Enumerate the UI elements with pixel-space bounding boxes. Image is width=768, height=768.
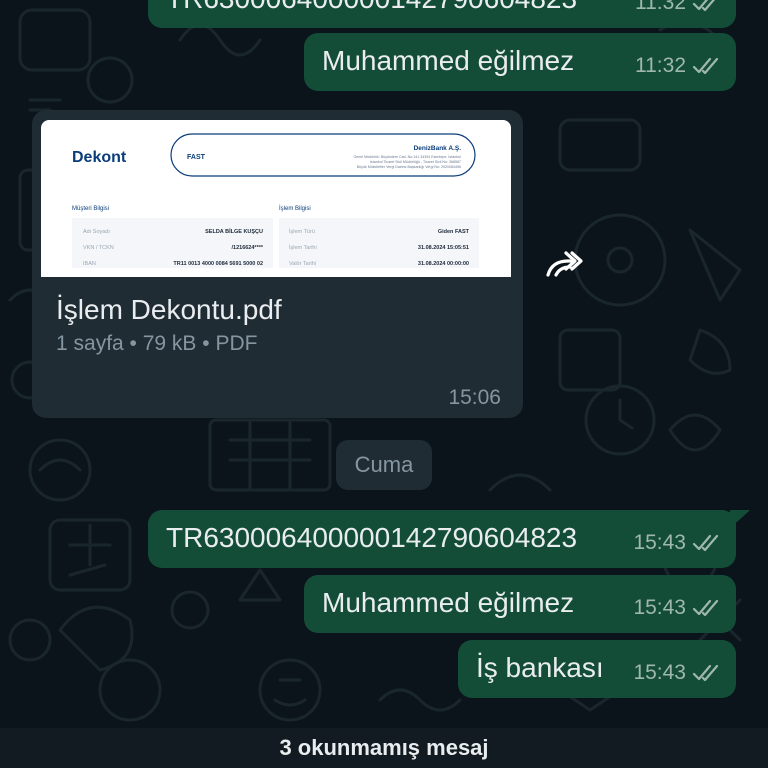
forward-icon[interactable] xyxy=(542,245,586,289)
double-check-icon xyxy=(692,534,720,552)
message-bubble-name[interactable]: Muhammed eğilmez 11:32 xyxy=(304,33,736,91)
preview-customer-heading: Müşteri Bilgisi xyxy=(72,206,109,212)
preview-label: Valör Tarihi xyxy=(289,261,316,267)
preview-value: 31.08.2024 15:05:51 xyxy=(418,245,469,251)
message-time: 15:43 xyxy=(633,531,686,554)
message-bubble-iban-earlier[interactable]: TR630006400000142790604823 11:32 xyxy=(148,0,736,28)
message-text: TR630006400000142790604823 xyxy=(166,0,577,16)
preview-label: IBAN xyxy=(83,261,96,267)
preview-value: TR11 0013 4000 0084 5691 5000 02 xyxy=(173,261,263,267)
message-text: İş bankası xyxy=(476,652,604,683)
document-message[interactable]: Dekont FAST DenizBank A.Ş. Genel Müdürlü… xyxy=(32,110,523,418)
message-bubble-iban[interactable]: TR630006400000142790604823 15:43 xyxy=(148,510,736,568)
day-separator: Cuma xyxy=(336,440,432,490)
preview-bank-line: Büyük Mükellefler Vergi Dairesi Başkanlı… xyxy=(357,165,461,169)
message-time: 11:32 xyxy=(635,54,686,77)
message-text: Muhammed eğilmez xyxy=(322,45,575,76)
message-time: 11:32 xyxy=(635,0,686,14)
preview-title: Dekont xyxy=(72,149,127,166)
preview-txn-heading: İşlem Bilgisi xyxy=(279,205,311,212)
message-text: TR630006400000142790604823 xyxy=(166,522,578,553)
double-check-icon xyxy=(692,599,720,617)
double-check-icon xyxy=(692,0,720,12)
preview-value: SELDA BİLGE KUŞÇU xyxy=(205,228,263,235)
message-time: 15:06 xyxy=(448,386,501,409)
preview-label: İşlem Türü xyxy=(289,228,315,235)
preview-label: Adı Soyadı xyxy=(83,229,110,235)
preview-bank-line: Genel Müdürlük: Büyükdere Cad. No:141 34… xyxy=(354,154,462,159)
message-text: Muhammed eğilmez xyxy=(322,587,575,618)
preview-type: FAST xyxy=(187,154,206,161)
double-check-icon xyxy=(692,57,720,75)
message-bubble-bank[interactable]: İş bankası 15:43 xyxy=(458,640,736,698)
message-time: 15:43 xyxy=(633,596,686,619)
preview-value: Giden FAST xyxy=(438,229,470,235)
document-info: 1 sayfa • 79 kB • PDF xyxy=(56,332,258,355)
preview-label: VKN / TCKN xyxy=(83,245,114,251)
preview-value: /1216624**** xyxy=(231,245,263,251)
double-check-icon xyxy=(692,664,720,682)
document-file-name: İşlem Dekontu.pdf xyxy=(56,294,282,325)
document-preview[interactable]: Dekont FAST DenizBank A.Ş. Genel Müdürlü… xyxy=(41,120,511,277)
preview-value: 31.08.2024 00:00:00 xyxy=(418,261,469,267)
preview-label: İşlem Tarihi xyxy=(289,244,317,251)
unread-messages-banner[interactable]: 3 okunmamış mesaj xyxy=(0,728,768,768)
preview-bank-line: İstanbul Ticaret Sicil Müdürlüğü - Ticar… xyxy=(370,159,461,164)
message-time: 15:43 xyxy=(633,661,686,684)
message-bubble-name[interactable]: Muhammed eğilmez 15:43 xyxy=(304,575,736,633)
preview-bank-name: DenizBank A.Ş. xyxy=(414,145,462,152)
